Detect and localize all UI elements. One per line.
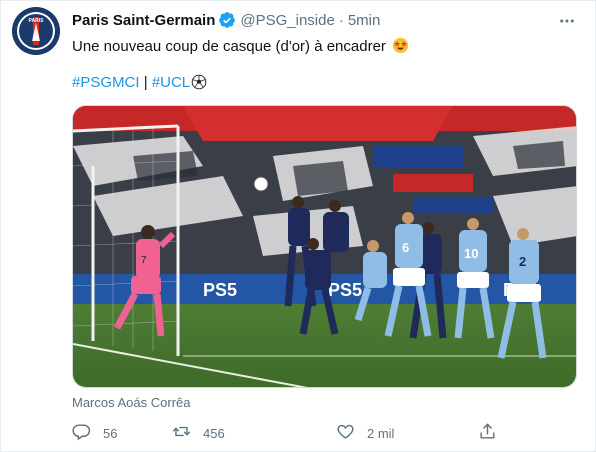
- reply-count: 56: [103, 425, 118, 441]
- heart-icon: [336, 422, 355, 444]
- hashtag-separator: |: [143, 74, 148, 91]
- like-button[interactable]: 2 mil: [336, 421, 394, 445]
- star-struck-emoji-icon: [392, 37, 409, 54]
- player-number-2: 2: [519, 254, 526, 269]
- tweet-text: Une nouveau coup de casque (d'or) à enca…: [72, 37, 409, 57]
- photo-credit[interactable]: Marcos Aoás Corrêa: [72, 395, 191, 410]
- hashtag-ucl[interactable]: #UCL: [152, 74, 190, 91]
- tweet-photo[interactable]: PS5 PS5 PS5: [72, 105, 577, 388]
- soccer-ball-icon: [191, 74, 207, 90]
- timestamp[interactable]: 5min: [348, 12, 381, 29]
- handle[interactable]: @PSG_inside: [240, 12, 334, 29]
- like-count: 2 mil: [367, 425, 395, 441]
- retweet-button[interactable]: 456: [172, 421, 225, 445]
- player-number-10: 10: [464, 246, 478, 261]
- hashtag-psgmci[interactable]: #PSGMCI: [72, 74, 140, 91]
- verified-badge-icon: [218, 11, 236, 29]
- share-button[interactable]: [478, 421, 497, 445]
- retweet-icon: [172, 422, 191, 444]
- billboard-text-1: PS5: [203, 280, 237, 300]
- reply-button[interactable]: 56: [72, 421, 117, 445]
- tweet-actions: 56 456 2 mil: [72, 421, 502, 445]
- share-icon: [478, 422, 497, 444]
- tweet-text-content: Une nouveau coup de casque (d'or) à enca…: [72, 38, 386, 55]
- display-name[interactable]: Paris Saint-Germain: [72, 12, 215, 29]
- hashtag-line: #PSGMCI | #UCL: [72, 73, 207, 93]
- retweet-count: 456: [203, 425, 225, 441]
- player-number-6: 6: [402, 240, 409, 255]
- reply-icon: [72, 422, 91, 444]
- avatar-text: PARIS: [29, 18, 45, 24]
- separator-dot: ·: [338, 11, 344, 29]
- tweet[interactable]: PARIS Paris Saint-Germain @PSG_inside · …: [0, 0, 596, 452]
- more-horizontal-icon[interactable]: [557, 11, 577, 31]
- billboard-text-2: PS5: [328, 280, 362, 300]
- player-number-gk: 7: [141, 255, 147, 266]
- avatar[interactable]: PARIS: [12, 7, 60, 55]
- tweet-header: Paris Saint-Germain @PSG_inside · 5min: [72, 10, 380, 30]
